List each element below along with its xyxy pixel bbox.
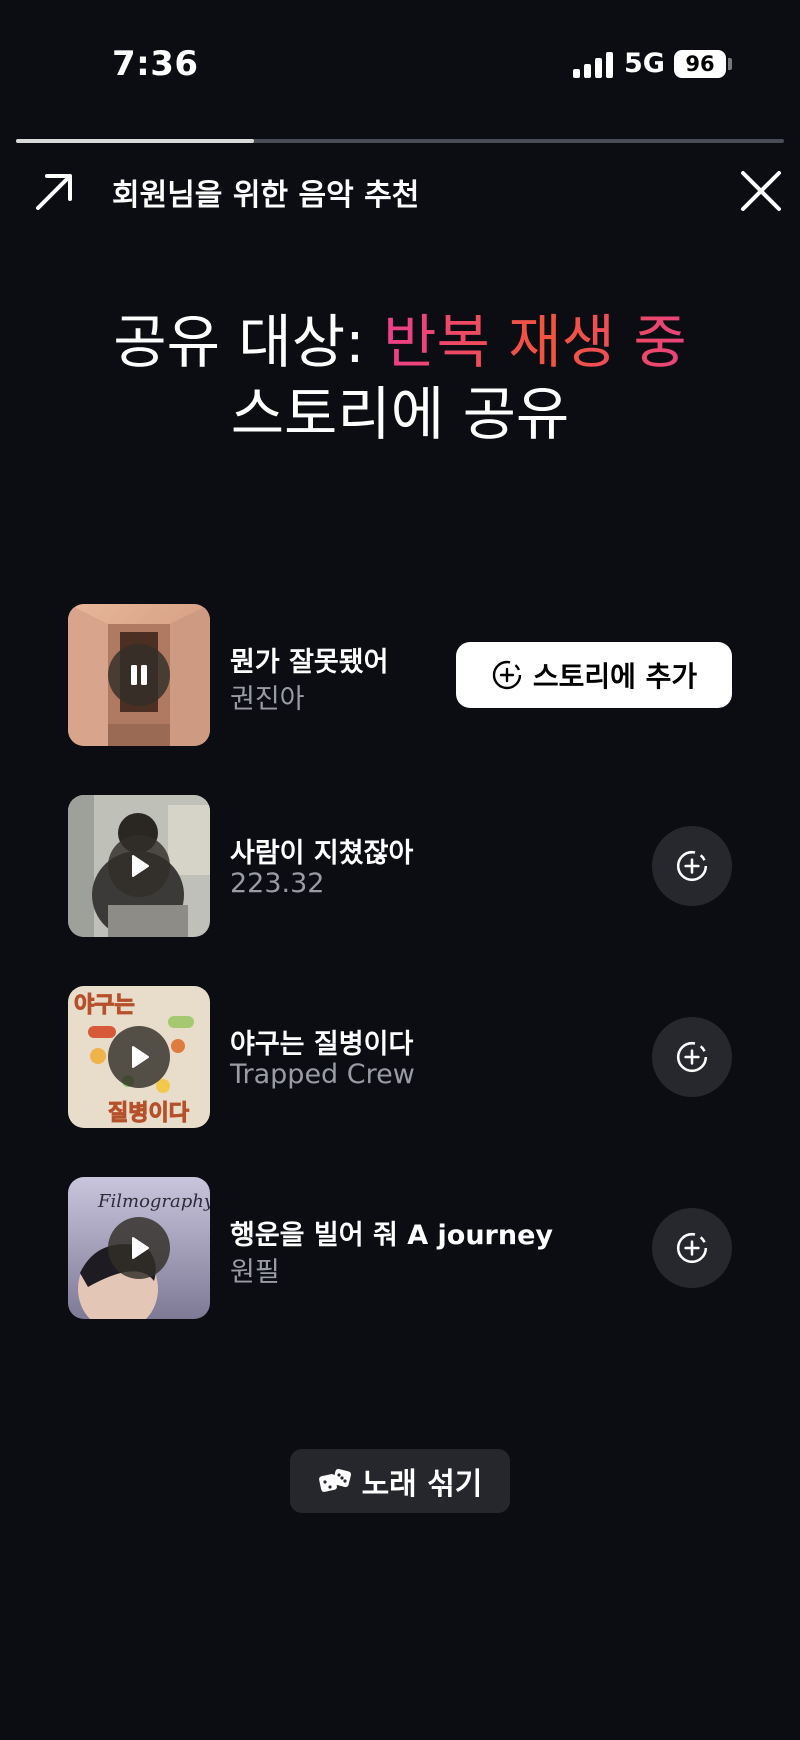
add-circle-icon (676, 850, 708, 882)
play-button[interactable] (108, 1026, 170, 1088)
play-button[interactable] (108, 835, 170, 897)
story-progress-fill (16, 139, 255, 143)
track-artist: 원필 (230, 1257, 280, 1288)
add-to-story-button[interactable]: 스토리에 추가 (456, 642, 732, 708)
signal-icon (573, 52, 613, 78)
dice-icon (318, 1468, 351, 1492)
track-row[interactable]: 사람이 지쳤잖아 223.32 (68, 795, 768, 937)
headline-line2: 스토리에 공유 (230, 380, 570, 448)
header-title: 회원님을 위한 음악 추천 (112, 178, 420, 213)
status-time: 7:36 (112, 44, 199, 84)
album-art-text: Filmography (97, 1191, 210, 1212)
track-title: 야구는 질병이다 (230, 1029, 414, 1060)
shuffle-label: 노래 섞기 (361, 1467, 483, 1502)
pause-button[interactable] (108, 644, 170, 706)
add-to-story-label: 스토리에 추가 (532, 660, 698, 693)
share-arrow-icon[interactable] (30, 166, 80, 216)
album-art-text-bottom: 질병이다 (108, 1101, 190, 1126)
add-circle-icon (676, 1041, 708, 1073)
album-art-text-top: 야구는 (74, 993, 135, 1018)
track-artist: 223.32 (230, 868, 325, 899)
close-icon[interactable] (736, 166, 786, 216)
track-title: 사람이 지쳤잖아 (230, 838, 414, 869)
add-to-story-button[interactable] (652, 826, 732, 906)
network-type: 5G (624, 48, 665, 79)
headline: 공유 대상: 반복 재생 중 스토리에 공유 (0, 306, 800, 450)
track-artist: 권진아 (230, 684, 305, 715)
play-button[interactable] (108, 1217, 170, 1279)
track-row[interactable]: Filmography 행운을 빌어 줘 A journey 원필 (68, 1177, 768, 1319)
battery-icon: 96 (674, 50, 726, 78)
album-art (68, 604, 210, 746)
album-art (68, 795, 210, 937)
headline-highlight: 반복 재생 중 (383, 308, 687, 376)
add-circle-icon (676, 1232, 708, 1264)
track-artist: Trapped Crew (230, 1059, 415, 1090)
track-title: 뭔가 잘못됐어 (230, 647, 389, 678)
story-progress-bar (16, 139, 784, 143)
shuffle-button[interactable]: 노래 섞기 (290, 1449, 510, 1513)
track-row[interactable]: 야구는 질병이다 야구는 질병이다 Trapped Crew (68, 986, 768, 1128)
add-to-story-button[interactable] (652, 1017, 732, 1097)
track-title: 행운을 빌어 줘 A journey (230, 1220, 554, 1251)
headline-prefix: 공유 대상: (113, 308, 384, 376)
add-circle-icon (492, 660, 522, 690)
battery-nub (728, 58, 732, 70)
add-to-story-button[interactable] (652, 1208, 732, 1288)
track-row[interactable]: 뭔가 잘못됐어 권진아 스토리에 추가 (68, 604, 768, 746)
album-art: Filmography (68, 1177, 210, 1319)
album-art: 야구는 질병이다 (68, 986, 210, 1128)
